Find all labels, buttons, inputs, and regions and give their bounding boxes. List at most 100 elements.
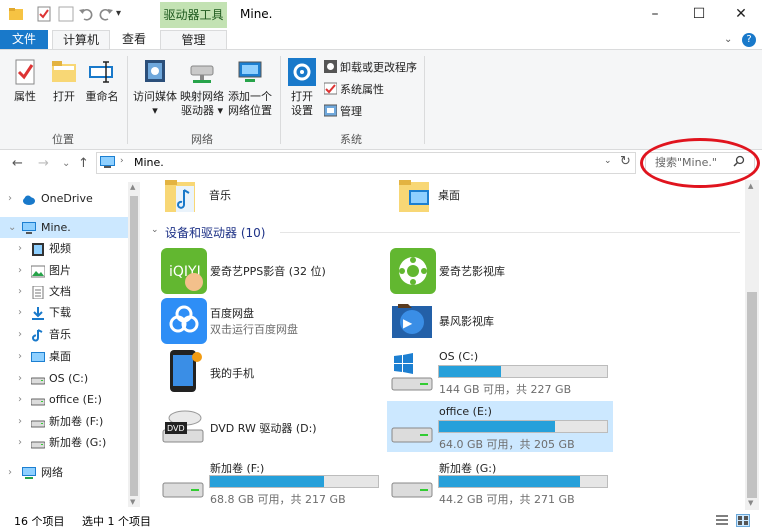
expand-chevron-icon[interactable]: › <box>18 389 22 410</box>
device-name[interactable]: 爱奇艺影视库 <box>439 263 505 279</box>
undo-icon[interactable] <box>78 6 94 22</box>
window-icon[interactable] <box>8 6 24 22</box>
manage-item[interactable]: 管理 <box>323 104 362 120</box>
help-button[interactable]: ? <box>742 33 756 47</box>
properties-qat-icon[interactable] <box>36 6 52 22</box>
sidebar-item-item-3[interactable]: › 图片 <box>0 260 128 281</box>
uninstall-program-item[interactable]: 卸载或更改程序 <box>324 60 417 76</box>
sidebar-item-item-12[interactable]: › 网络 <box>0 462 128 483</box>
back-arrow-icon[interactable]: ← <box>12 156 23 171</box>
device-name[interactable]: 新加卷 (G:) <box>439 460 496 476</box>
sidebar-item-label: 文档 <box>49 285 71 298</box>
drive-icon <box>30 393 46 406</box>
add-location-label-1: 添加一个 <box>228 90 272 103</box>
device-name[interactable]: DVD RW 驱动器 (D:) <box>210 420 317 436</box>
sidebar-item-officee[interactable]: › office (E:) <box>0 389 128 410</box>
device-name[interactable]: 我的手机 <box>210 365 254 381</box>
sidebar-item-item-5[interactable]: › 下载 <box>0 302 128 323</box>
content-scrollbar-thumb[interactable] <box>747 292 757 498</box>
expand-chevron-icon[interactable]: › <box>18 238 22 259</box>
sidebar-item-f[interactable]: › 新加卷 (F:) <box>0 411 128 432</box>
collapse-ribbon-icon[interactable]: ⌄ <box>724 34 732 45</box>
expand-chevron-icon[interactable]: › <box>18 432 22 453</box>
content-scroll-up-icon[interactable]: ▲ <box>748 182 753 190</box>
sidebar-item-item-7[interactable]: › 桌面 <box>0 346 128 367</box>
tab-computer[interactable]: 计算机 <box>52 30 110 50</box>
tiles-view-icon[interactable] <box>736 514 750 527</box>
breadcrumb[interactable]: Mine. <box>134 156 164 169</box>
system-group-label: 系统 <box>340 133 362 146</box>
nav-scrollbar-thumb[interactable] <box>130 196 138 496</box>
content-scroll-down-icon[interactable]: ▼ <box>748 499 753 507</box>
rename-button[interactable]: 重命名 <box>82 58 122 104</box>
details-view-icon[interactable] <box>716 515 728 526</box>
address-bar[interactable] <box>96 152 636 174</box>
system-properties-icon <box>323 82 338 95</box>
drive-icon <box>30 372 46 385</box>
add-network-location-button[interactable]: 添加一个 网络位置 <box>226 58 274 118</box>
drive-usage-bar <box>438 420 608 433</box>
expand-chevron-icon[interactable]: › <box>18 346 22 367</box>
folder-name[interactable]: 音乐 <box>209 187 231 203</box>
device-name[interactable]: 爱奇艺PPS影音 (32 位) <box>210 263 326 279</box>
nav-scroll-down-icon[interactable]: ▼ <box>130 498 135 506</box>
new-folder-qat-icon[interactable] <box>58 6 74 22</box>
sidebar-item-g[interactable]: › 新加卷 (G:) <box>0 432 128 453</box>
sidebar-item-item-6[interactable]: › 音乐 <box>0 324 128 345</box>
maximize-button[interactable]: ☐ <box>676 0 722 30</box>
baidu-netdisk-icon <box>161 298 207 344</box>
sidebar-item-osc[interactable]: › OS (C:) <box>0 368 128 389</box>
sidebar-item-label: 网络 <box>41 466 63 479</box>
tab-view[interactable]: 查看 <box>112 30 156 50</box>
system-properties-item[interactable]: 系统属性 <box>323 82 384 98</box>
sidebar-item-label: 视频 <box>49 242 71 255</box>
drive-icon <box>390 406 436 452</box>
group-collapse-chevron-icon[interactable]: ⌄ <box>151 225 159 235</box>
open-folder-icon <box>50 58 78 86</box>
computer-icon <box>100 156 115 169</box>
properties-button[interactable]: 属性 <box>6 58 44 104</box>
open-settings-button[interactable]: 打开 设置 <box>284 58 320 118</box>
expand-chevron-icon[interactable]: › <box>18 302 22 323</box>
map-network-drive-button[interactable]: 映射网络 驱动器 ▾ <box>178 58 226 118</box>
device-name[interactable]: 新加卷 (F:) <box>210 460 264 476</box>
up-arrow-icon[interactable]: ↑ <box>78 156 89 171</box>
window-title: Mine. <box>240 7 273 21</box>
expand-chevron-icon[interactable]: ⌄ <box>8 217 16 238</box>
expand-chevron-icon[interactable]: › <box>8 188 12 209</box>
drive-free-space: 44.2 GB 可用，共 271 GB <box>439 493 575 506</box>
address-dropdown-icon[interactable]: ⌄ <box>604 156 612 166</box>
tab-file[interactable]: 文件 <box>0 30 48 49</box>
breadcrumb-chevron-icon[interactable]: › <box>120 156 124 166</box>
iqiyi-pps-icon: iQIYI <box>161 248 207 294</box>
expand-chevron-icon[interactable]: › <box>18 324 22 345</box>
expand-chevron-icon[interactable]: › <box>18 281 22 302</box>
device-name[interactable]: 暴风影视库 <box>439 313 494 329</box>
device-name[interactable]: OS (C:) <box>439 350 478 363</box>
sidebar-item-item-4[interactable]: › 文档 <box>0 281 128 302</box>
expand-chevron-icon[interactable]: › <box>8 462 12 483</box>
forward-arrow-icon[interactable]: → <box>38 156 49 171</box>
sidebar-item-item-2[interactable]: › 视频 <box>0 238 128 259</box>
open-button[interactable]: 打开 <box>46 58 82 104</box>
expand-chevron-icon[interactable]: › <box>18 260 22 281</box>
expand-chevron-icon[interactable]: › <box>18 411 22 432</box>
device-name[interactable]: 百度网盘 <box>210 305 254 321</box>
close-button[interactable]: ✕ <box>718 0 762 30</box>
sidebar-item-onedrive[interactable]: › OneDrive <box>0 188 128 209</box>
customize-qat-icon[interactable]: ▾ <box>116 6 132 22</box>
refresh-icon[interactable]: ↻ <box>620 154 631 169</box>
tab-manage[interactable]: 管理 <box>160 30 227 50</box>
sidebar-item-label: 新加卷 (F:) <box>49 415 104 428</box>
folder-name[interactable]: 桌面 <box>438 187 460 203</box>
sidebar-item-mine[interactable]: ⌄ Mine. <box>0 217 128 238</box>
nav-scroll-up-icon[interactable]: ▲ <box>130 183 135 191</box>
device-name[interactable]: office (E:) <box>439 405 492 418</box>
recent-locations-icon[interactable]: ⌄ <box>62 158 70 169</box>
redo-icon[interactable] <box>98 6 114 22</box>
minimize-button[interactable]: – <box>632 0 678 30</box>
devices-group-header[interactable]: 设备和驱动器 (10) <box>165 224 265 241</box>
access-media-button[interactable]: 访问媒体 ▾ <box>131 58 179 118</box>
expand-chevron-icon[interactable]: › <box>18 368 22 389</box>
drive-usage-bar <box>209 475 379 488</box>
